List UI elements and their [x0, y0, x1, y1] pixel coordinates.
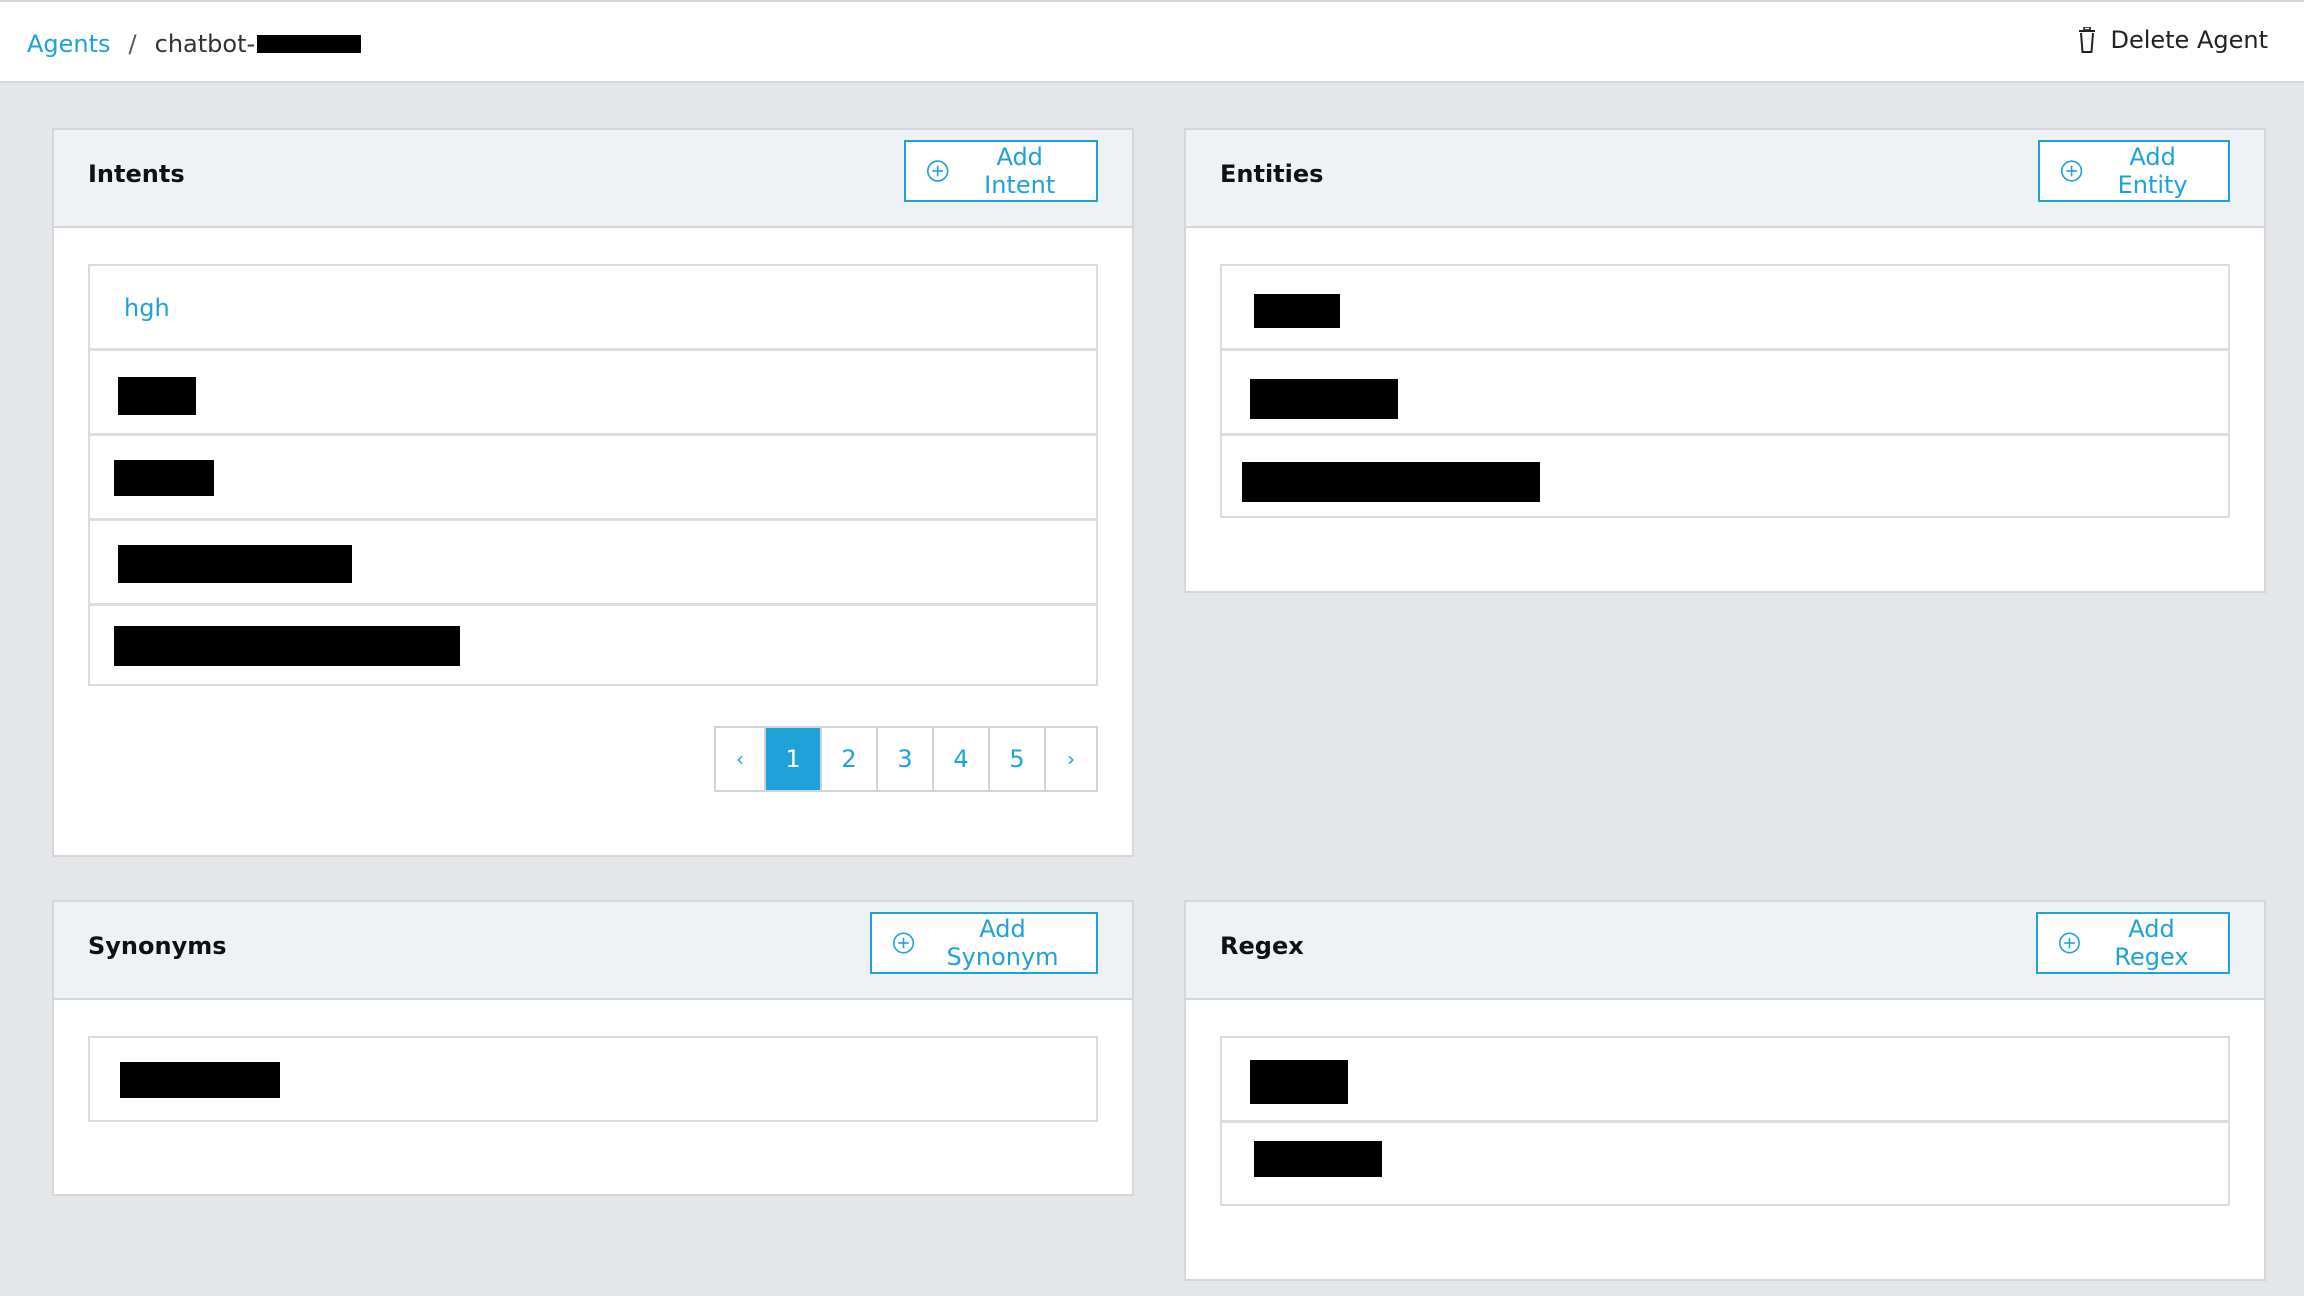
list-item[interactable] [90, 521, 1096, 606]
redacted-agent-name [257, 35, 362, 53]
list-item[interactable]: hgh [90, 266, 1096, 351]
add-entity-button[interactable]: Add Entity [2038, 140, 2230, 202]
delete-agent-button[interactable]: Delete Agent [2078, 26, 2268, 54]
intents-pagination: ‹ 1 2 3 4 5 › [714, 726, 1098, 792]
list-item[interactable] [90, 351, 1096, 436]
breadcrumb-agents-link[interactable]: Agents [27, 30, 111, 58]
redacted-regex-name [1250, 1060, 1348, 1104]
add-regex-button[interactable]: Add Regex [2036, 912, 2230, 974]
breadcrumb: Agents / chatbot- [27, 29, 362, 59]
redacted-intent-name [114, 460, 214, 496]
list-item[interactable] [1222, 266, 2228, 351]
pagination-page-2[interactable]: 2 [822, 728, 878, 790]
top-bar: Agents / chatbot- Delete Agent [0, 0, 2304, 83]
list-item[interactable] [1222, 351, 2228, 436]
pagination-page-4[interactable]: 4 [934, 728, 990, 790]
entities-panel-header: Entities Add Entity [1186, 130, 2264, 228]
redacted-entity-name [1250, 379, 1398, 419]
list-item[interactable] [90, 606, 1096, 688]
redacted-intent-name [118, 377, 196, 415]
synonyms-title: Synonyms [88, 932, 227, 960]
list-item[interactable] [1222, 436, 2228, 518]
add-synonym-button[interactable]: Add Synonym [870, 912, 1098, 974]
intents-list: hgh [88, 264, 1098, 686]
intents-title: Intents [88, 160, 185, 188]
pagination-page-3[interactable]: 3 [878, 728, 934, 790]
add-synonym-label: Add Synonym [946, 915, 1059, 971]
synonyms-panel: Synonyms Add Synonym [52, 900, 1134, 1196]
regex-panel-header: Regex Add Regex [1186, 902, 2264, 1000]
delete-agent-label: Delete Agent [2110, 26, 2268, 54]
trash-icon [2079, 27, 2096, 53]
redacted-intent-name [118, 545, 352, 583]
pagination-page-1[interactable]: 1 [766, 728, 822, 790]
add-entity-label: Add Entity [2117, 143, 2188, 199]
list-item[interactable] [90, 1038, 1096, 1120]
add-regex-label: Add Regex [2114, 915, 2189, 971]
plus-circle-icon [2058, 932, 2080, 954]
pagination-prev-button[interactable]: ‹ [716, 728, 766, 790]
breadcrumb-separator: / [128, 30, 137, 58]
synonyms-panel-header: Synonyms Add Synonym [54, 902, 1132, 1000]
regex-title: Regex [1220, 932, 1304, 960]
plus-circle-icon [926, 160, 949, 182]
intent-name[interactable]: hgh [124, 294, 170, 322]
list-item[interactable] [90, 436, 1096, 521]
redacted-entity-name [1242, 462, 1540, 502]
pagination-page-5[interactable]: 5 [990, 728, 1046, 790]
intents-panel-header: Intents Add Intent [54, 130, 1132, 228]
redacted-synonym-name [120, 1062, 280, 1098]
pagination-next-button[interactable]: › [1046, 728, 1096, 790]
redacted-intent-name [114, 626, 460, 666]
redacted-regex-name [1254, 1141, 1382, 1177]
redacted-entity-name [1254, 294, 1340, 328]
plus-circle-icon [892, 932, 915, 954]
list-item[interactable] [1222, 1123, 2228, 1205]
add-intent-label: Add Intent [984, 143, 1056, 199]
synonyms-list [88, 1036, 1098, 1122]
list-item[interactable] [1222, 1038, 2228, 1123]
entities-list [1220, 264, 2230, 518]
entities-title: Entities [1220, 160, 1324, 188]
add-intent-button[interactable]: Add Intent [904, 140, 1098, 202]
plus-circle-icon [2060, 160, 2083, 182]
breadcrumb-current-agent: chatbot- [154, 30, 256, 58]
entities-panel: Entities Add Entity [1184, 128, 2266, 593]
intents-panel: Intents Add Intent hgh ‹ 1 2 3 4 5 › [52, 128, 1134, 857]
regex-panel: Regex Add Regex [1184, 900, 2266, 1281]
regex-list [1220, 1036, 2230, 1206]
